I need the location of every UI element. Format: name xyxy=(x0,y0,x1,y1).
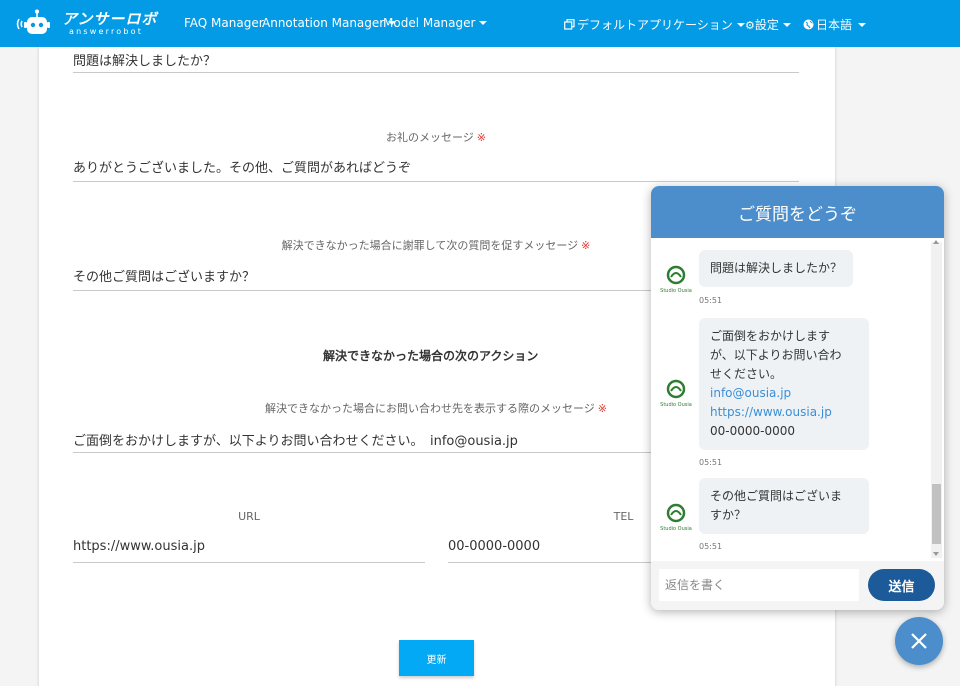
chat-url-link[interactable]: https://www.ousia.jp xyxy=(710,403,858,422)
chat-widget: ご質問をどうぞ Studio Ousia 問題は解決しましたか？ 05:51 S… xyxy=(651,186,944,610)
url-label: URL xyxy=(238,510,260,523)
tel-input[interactable]: 00-0000-0000 xyxy=(448,539,540,554)
avatar-caption: Studio Ousia xyxy=(660,402,692,408)
globe-icon xyxy=(803,19,814,30)
scroll-down-arrow-icon[interactable] xyxy=(933,552,939,556)
chevron-down-icon xyxy=(858,23,867,27)
send-button[interactable]: 送信 xyxy=(868,569,935,601)
brand-subtitle: answerrobot xyxy=(69,27,144,36)
brand-logo[interactable]: アンサーロボ answerrobot xyxy=(16,6,166,42)
bot-avatar-icon: Studio Ousia xyxy=(660,503,692,532)
chat-footer: 送信 xyxy=(651,561,944,610)
chat-bubble: ご面倒をおかけします が、以下よりお問い合わ せください。 info@ousia… xyxy=(699,318,869,450)
bot-avatar-icon: Studio Ousia xyxy=(660,265,692,294)
contact-message-label-text: 解決できなかった場合にお問い合わせ先を表示する際のメッセージ xyxy=(265,402,595,415)
nav-model-label: Model Manager xyxy=(383,16,476,30)
required-mark: ※ xyxy=(597,402,607,415)
chat-message-list[interactable]: Studio Ousia 問題は解決しましたか？ 05:51 Studio Ou… xyxy=(651,238,944,561)
contact-message-input[interactable]: ご面倒をおかけしますが、以下よりお問い合わせください。 info@ousia.j… xyxy=(73,430,518,449)
language-dropdown[interactable]: 日本語 xyxy=(803,16,867,33)
chat-bubble: その他ご質問はございま すか？ xyxy=(699,478,869,534)
resolved-question-input[interactable]: 問題は解決しましたか？ xyxy=(73,50,216,69)
divider xyxy=(73,181,799,182)
required-mark: ※ xyxy=(476,131,486,144)
chat-scrollbar-thumb[interactable] xyxy=(932,484,941,544)
app-selector-label: デフォルトアプリケーション xyxy=(577,18,733,32)
chat-tel-text: 00-0000-0000 xyxy=(710,424,796,438)
required-mark: ※ xyxy=(581,239,591,252)
close-chat-button[interactable] xyxy=(895,617,943,665)
divider xyxy=(73,562,425,563)
chevron-down-icon xyxy=(736,23,745,27)
thanks-message-input[interactable]: ありがとうございました。その他、ご質問があればどうぞ xyxy=(73,157,411,176)
avatar-caption: Studio Ousia xyxy=(660,288,692,294)
thanks-message-label-text: お礼のメッセージ xyxy=(386,131,474,144)
update-button[interactable]: 更新 xyxy=(399,640,474,676)
robot-logo-icon xyxy=(16,9,50,34)
chat-message-line: が、以下よりお問い合わ xyxy=(710,348,842,362)
url-input[interactable]: https://www.ousia.jp xyxy=(73,539,205,554)
apology-message-label-text: 解決できなかった場合に謝罪して次の質問を促すメッセージ xyxy=(281,239,579,252)
divider xyxy=(73,72,799,73)
language-label: 日本語 xyxy=(816,18,853,32)
gear-icon: ⚙ xyxy=(745,19,755,32)
close-icon xyxy=(911,633,927,649)
chat-message-text: 問題は解決しましたか？ xyxy=(710,261,843,275)
chat-message-line: ご面倒をおかけします xyxy=(710,329,831,343)
chat-bubble: 問題は解決しましたか？ xyxy=(699,250,854,287)
copy-icon xyxy=(564,19,575,30)
nav-annotation-label: Annotation Manager xyxy=(262,16,385,30)
apology-message-input[interactable]: その他ご質問はございますか？ xyxy=(73,266,255,285)
chat-email-link[interactable]: info@ousia.jp xyxy=(710,384,858,403)
thanks-message-label: お礼のメッセージ ※ xyxy=(73,129,799,145)
chat-message-line: その他ご質問はございま xyxy=(710,489,843,503)
app-selector-dropdown[interactable]: デフォルトアプリケーション xyxy=(564,16,745,33)
chevron-down-icon xyxy=(479,21,488,25)
chat-header: ご質問をどうぞ xyxy=(651,186,944,238)
chat-message-line: すか？ xyxy=(710,508,747,522)
message-timestamp: 05:51 xyxy=(699,296,723,305)
next-action-section-title: 解決できなかった場合の次のアクション xyxy=(323,349,539,363)
message-timestamp: 05:51 xyxy=(699,458,723,467)
settings-label: 設定 xyxy=(754,18,779,32)
nav-faq-manager[interactable]: FAQ Manager xyxy=(184,16,264,30)
avatar-caption: Studio Ousia xyxy=(660,526,692,532)
brand-title: アンサーロボ xyxy=(62,10,158,28)
bot-avatar-icon: Studio Ousia xyxy=(660,379,692,408)
top-navbar: アンサーロボ answerrobot FAQ Manager Annotatio… xyxy=(0,0,960,47)
chat-message-line: せください。 xyxy=(710,367,783,381)
nav-annotation-manager[interactable]: Annotation Manager xyxy=(262,16,397,30)
reply-input[interactable] xyxy=(659,569,859,601)
scroll-up-arrow-icon[interactable] xyxy=(933,240,939,244)
nav-model-manager[interactable]: Model Manager xyxy=(383,16,488,30)
settings-dropdown[interactable]: ⚙設定 xyxy=(745,16,791,33)
chevron-down-icon xyxy=(782,23,791,27)
message-timestamp: 05:51 xyxy=(699,542,723,551)
